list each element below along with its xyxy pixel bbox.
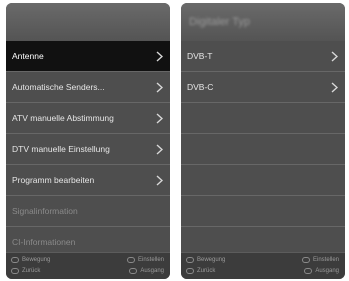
chevron-right-icon [154, 142, 164, 156]
menu-item-empty [181, 134, 345, 165]
hint-move: Bewegung [11, 257, 50, 263]
tv-menu-screen-left: Antenne Automatische Senders... ATV manu… [6, 3, 170, 279]
remote-button-icon [304, 268, 313, 274]
remote-button-icon [186, 268, 194, 274]
menu-header: Digitaler Typ [181, 3, 345, 41]
hint-back: Zurück [186, 268, 215, 274]
menu-item-empty [181, 165, 345, 196]
remote-button-icon [11, 268, 19, 274]
hint-back: Zurück [11, 268, 40, 274]
chevron-right-icon [154, 80, 164, 94]
digital-type-menu: DVB-T DVB-C [181, 41, 345, 258]
menu-item-dvb-t[interactable]: DVB-T [181, 41, 345, 72]
channel-menu: Antenne Automatische Senders... ATV manu… [6, 41, 170, 258]
remote-button-icon [11, 257, 19, 263]
menu-item-label: Signalinformation [12, 206, 78, 216]
remote-button-icon [186, 257, 194, 263]
menu-item-label: DVB-C [187, 82, 214, 92]
remote-button-icon [129, 268, 138, 274]
menu-item-dvb-c[interactable]: DVB-C [181, 72, 345, 103]
remote-button-icon [126, 257, 135, 263]
menu-item-label: DVB-T [187, 51, 213, 61]
menu-item-empty [181, 103, 345, 134]
menu-item-automatic-scan[interactable]: Automatische Senders... [6, 72, 170, 103]
menu-item-label: ATV manuelle Abstimmung [12, 113, 114, 123]
tv-menu-screen-right: Digitaler Typ DVB-T DVB-C Bewegung Zurüc… [181, 3, 345, 279]
chevron-right-icon [329, 49, 339, 63]
button-hints-footer: Bewegung Zurück Einstellen Ausgang [6, 252, 170, 279]
menu-item-antenne[interactable]: Antenne [6, 41, 170, 72]
hint-exit: Ausgang [129, 268, 164, 274]
chevron-right-icon [154, 49, 164, 63]
hint-exit: Ausgang [304, 268, 339, 274]
menu-header-title: Digitaler Typ [189, 16, 250, 28]
menu-header [6, 3, 170, 41]
menu-item-label: Antenne [12, 51, 44, 61]
menu-item-label: CI-Informationen [12, 237, 76, 247]
hint-set: Einstellen [301, 257, 339, 263]
chevron-right-icon [154, 111, 164, 125]
menu-item-atv-manual-tuning[interactable]: ATV manuelle Abstimmung [6, 103, 170, 134]
menu-item-empty [181, 196, 345, 227]
hint-set: Einstellen [126, 257, 164, 263]
chevron-right-icon [329, 80, 339, 94]
button-hints-footer: Bewegung Zurück Einstellen Ausgang [181, 252, 345, 279]
hint-move: Bewegung [186, 257, 225, 263]
chevron-right-icon [154, 173, 164, 187]
menu-item-label: DTV manuelle Einstellung [12, 144, 110, 154]
remote-button-icon [301, 257, 310, 263]
menu-item-label: Programm bearbeiten [12, 175, 95, 185]
menu-item-dtv-manual-tuning[interactable]: DTV manuelle Einstellung [6, 134, 170, 165]
menu-item-program-edit[interactable]: Programm bearbeiten [6, 165, 170, 196]
menu-item-label: Automatische Senders... [12, 82, 105, 92]
menu-item-signal-info: Signalinformation [6, 196, 170, 227]
